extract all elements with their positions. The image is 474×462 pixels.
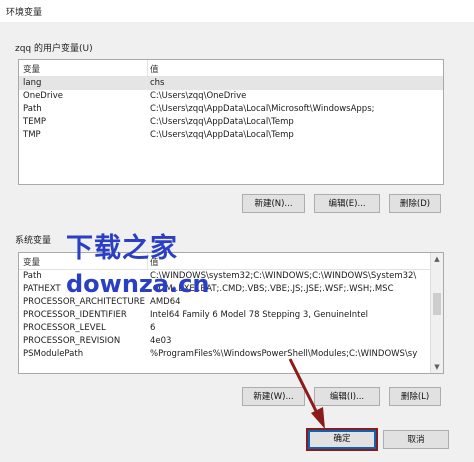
watermark-logo: 下载之家 [66, 233, 178, 264]
user-new-button[interactable]: 新建(N)... [242, 194, 305, 213]
list-item[interactable]: PROCESSOR_REVISION 4e03 [19, 335, 429, 348]
variable-name: PSModulePath [23, 349, 84, 359]
variable-name: PROCESSOR_LEVEL [23, 323, 106, 333]
variable-value: C:\Users\zqq\AppData\Local\Temp [150, 117, 294, 127]
vertical-scrollbar[interactable]: ▲ ▼ [430, 253, 443, 373]
list-item[interactable]: TMP C:\Users\zqq\AppData\Local\Temp [19, 129, 443, 142]
variable-name: PROCESSOR_IDENTIFIER [23, 310, 127, 320]
variable-value: Intel64 Family 6 Model 78 Stepping 3, Ge… [150, 310, 369, 320]
list-item[interactable]: PROCESSOR_LEVEL 6 [19, 322, 429, 335]
variable-name: OneDrive [23, 91, 63, 101]
variable-value: C:\Users\zqq\AppData\Local\Temp [150, 130, 294, 140]
variable-value: C:\Users\zqq\OneDrive [150, 91, 247, 101]
list-header: 变量 值 [19, 60, 443, 77]
list-item[interactable]: Path C:\Users\zqq\AppData\Local\Microsof… [19, 103, 443, 116]
scroll-up-icon[interactable]: ▲ [431, 253, 443, 265]
variable-name: lang [23, 78, 42, 88]
variable-name: PROCESSOR_REVISION [23, 336, 121, 346]
scroll-thumb[interactable] [433, 293, 441, 315]
column-separator[interactable] [147, 60, 148, 76]
variable-value: C:\Users\zqq\AppData\Local\Microsoft\Win… [150, 104, 375, 114]
scroll-down-icon[interactable]: ▼ [431, 361, 443, 373]
variable-value: 6 [150, 323, 156, 333]
list-item[interactable]: TEMP C:\Users\zqq\AppData\Local\Temp [19, 116, 443, 129]
user-variables-list[interactable]: 变量 值 lang chs OneDrive C:\Users\zqq\OneD… [18, 59, 444, 185]
list-item[interactable]: lang chs [19, 77, 443, 90]
system-variables-label: 系统变量 [15, 236, 52, 246]
list-item[interactable]: PROCESSOR_IDENTIFIER Intel64 Family 6 Mo… [19, 309, 429, 322]
variable-name: PATHEXT [23, 284, 61, 294]
user-delete-button[interactable]: 删除(D) [389, 194, 441, 213]
variable-name: Path [23, 271, 42, 281]
variable-value: chs [150, 78, 165, 88]
column-name-header[interactable]: 变量 [23, 256, 40, 268]
cancel-button[interactable]: 取消 [383, 430, 449, 449]
pointer-arrow-icon [288, 358, 325, 429]
variable-value: 4e03 [150, 336, 172, 346]
variable-name: Path [23, 104, 42, 114]
list-item[interactable]: PSModulePath %ProgramFiles%\WindowsPower… [19, 348, 429, 361]
user-edit-button[interactable]: 编辑(E)... [314, 194, 380, 213]
user-variables-label: zqq 的用户变量(U) [15, 44, 93, 54]
list-item[interactable]: OneDrive C:\Users\zqq\OneDrive [19, 90, 443, 103]
system-delete-button[interactable]: 删除(L) [389, 387, 441, 406]
watermark-domain: downza.cn [66, 270, 210, 298]
ok-highlight-box [306, 428, 378, 451]
window-title: 环境变量 [6, 8, 43, 18]
variable-name: TMP [23, 130, 41, 140]
title-bar: 环境变量 [0, 0, 474, 22]
column-name-header[interactable]: 变量 [23, 63, 40, 75]
column-value-header[interactable]: 值 [150, 63, 159, 75]
variable-name: TEMP [23, 117, 47, 127]
